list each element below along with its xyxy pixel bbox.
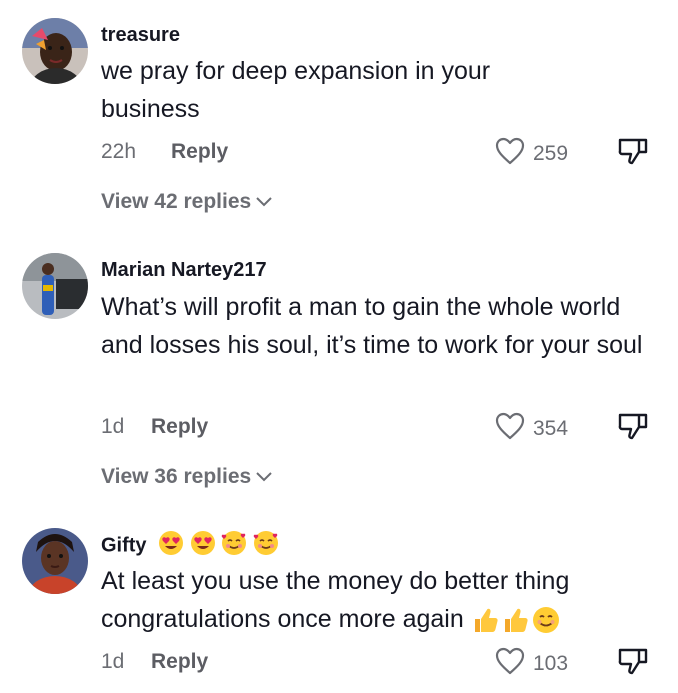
reply-button[interactable]: Reply bbox=[151, 415, 208, 438]
dislike-button[interactable] bbox=[617, 411, 649, 446]
comment-meta: 1d Reply bbox=[101, 650, 208, 674]
thumbs-up-emoji bbox=[504, 609, 528, 633]
username[interactable]: treasure bbox=[101, 24, 180, 47]
heart-eyes-emoji bbox=[159, 531, 184, 555]
avatar[interactable] bbox=[22, 253, 88, 319]
smiling-face-emoji bbox=[532, 607, 559, 634]
thumbs-down-icon bbox=[617, 648, 649, 680]
avatar[interactable] bbox=[22, 528, 88, 594]
timestamp: 1d bbox=[101, 650, 125, 673]
heart-icon bbox=[495, 647, 525, 680]
heart-icon bbox=[495, 137, 525, 170]
heart-icon bbox=[495, 412, 525, 445]
thumbs-down-icon bbox=[617, 138, 649, 170]
like-button[interactable]: 103 bbox=[495, 647, 568, 680]
comment-text: we pray for deep expansion in your busin… bbox=[101, 57, 491, 123]
avatar[interactable] bbox=[22, 18, 88, 84]
smiling-face-with-hearts-emoji bbox=[253, 531, 278, 555]
timestamp: 1d bbox=[101, 415, 125, 438]
like-count: 103 bbox=[533, 651, 569, 675]
comment-text: What’s will profit a man to gain the who… bbox=[101, 293, 643, 359]
heart-eyes-emoji bbox=[190, 531, 215, 555]
reply-button[interactable]: Reply bbox=[171, 140, 228, 163]
like-button[interactable]: 259 bbox=[495, 137, 568, 170]
comment-meta: 22h Reply bbox=[101, 140, 228, 164]
dislike-button[interactable] bbox=[617, 136, 649, 171]
dislike-button[interactable] bbox=[617, 646, 649, 681]
chevron-down-icon bbox=[251, 190, 273, 213]
view-replies-label: View 36 replies bbox=[101, 465, 252, 488]
like-count: 259 bbox=[533, 141, 569, 165]
thumbs-down-icon bbox=[617, 413, 649, 445]
view-replies-label: View 42 replies bbox=[101, 190, 252, 213]
comment-text: At least you use the money do better thi… bbox=[101, 562, 661, 638]
view-replies-button[interactable]: View 42 replies bbox=[101, 190, 273, 214]
username-emojis bbox=[158, 530, 279, 562]
username[interactable]: Gifty bbox=[101, 530, 279, 562]
timestamp: 22h bbox=[101, 140, 137, 163]
username-text: Gifty bbox=[101, 534, 147, 557]
smiling-face-with-hearts-emoji bbox=[221, 531, 247, 555]
comment-meta: 1d Reply bbox=[101, 415, 208, 439]
like-count: 354 bbox=[533, 416, 569, 440]
chevron-down-icon bbox=[251, 465, 273, 488]
thumbs-up-emoji bbox=[474, 609, 498, 633]
view-replies-button[interactable]: View 36 replies bbox=[101, 465, 273, 489]
reply-button[interactable]: Reply bbox=[151, 650, 208, 673]
like-button[interactable]: 354 bbox=[495, 412, 568, 445]
username[interactable]: Marian Nartey217 bbox=[101, 259, 267, 282]
comment-emojis bbox=[471, 605, 561, 634]
